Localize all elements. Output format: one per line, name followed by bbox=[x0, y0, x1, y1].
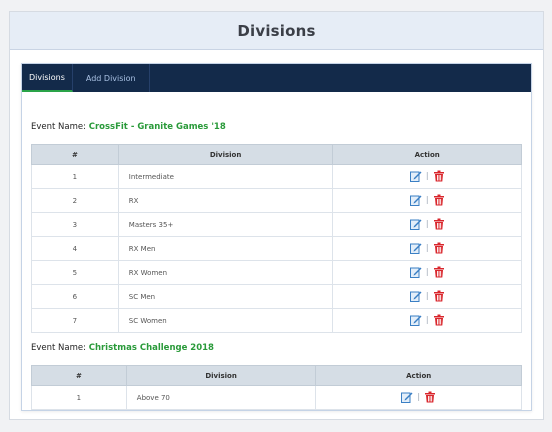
table-row: 3 Masters 35+ | bbox=[31, 212, 522, 237]
tab-bar: Divisions Add Division bbox=[22, 64, 531, 92]
division-name: SC Women bbox=[117, 308, 334, 333]
row-actions: | bbox=[332, 164, 522, 189]
edit-icon[interactable] bbox=[401, 391, 413, 403]
col-header-division: Division bbox=[117, 144, 334, 165]
edit-icon[interactable] bbox=[409, 266, 422, 278]
row-actions: | bbox=[332, 308, 522, 333]
row-number: 1 bbox=[31, 385, 127, 410]
col-header-num: # bbox=[31, 144, 119, 165]
trash-icon[interactable] bbox=[433, 218, 445, 230]
table-row: 7 SC Women | bbox=[31, 308, 522, 333]
page-header: Divisions bbox=[10, 12, 543, 50]
edit-icon[interactable] bbox=[409, 290, 422, 302]
action-separator: | bbox=[425, 243, 429, 252]
table-row: 1 Intermediate | bbox=[31, 164, 522, 189]
event-name-2: Event Name: Christmas Challenge 2018 bbox=[31, 343, 214, 353]
action-separator: | bbox=[425, 219, 429, 228]
table-header-row: # Division Action bbox=[31, 365, 522, 386]
edit-icon[interactable] bbox=[409, 218, 422, 230]
row-number: 4 bbox=[31, 236, 119, 261]
action-separator: | bbox=[417, 392, 421, 401]
action-separator: | bbox=[425, 171, 429, 180]
row-actions: | bbox=[332, 260, 522, 285]
col-header-action: Action bbox=[332, 144, 522, 165]
division-name: Intermediate bbox=[117, 164, 334, 189]
event-label: Event Name: bbox=[31, 122, 86, 132]
action-separator: | bbox=[425, 291, 429, 300]
division-name: SC Men bbox=[117, 284, 334, 309]
trash-icon[interactable] bbox=[433, 290, 445, 302]
action-separator: | bbox=[425, 315, 429, 324]
division-name: RX Men bbox=[117, 236, 334, 261]
trash-icon[interactable] bbox=[433, 242, 445, 254]
trash-icon[interactable] bbox=[433, 266, 445, 278]
page-container: Divisions Divisions Add Division Event N… bbox=[9, 11, 544, 420]
col-header-num: # bbox=[31, 365, 127, 386]
trash-icon[interactable] bbox=[433, 170, 445, 182]
edit-icon[interactable] bbox=[409, 314, 422, 326]
table-body: 1 Above 70 | bbox=[31, 385, 522, 410]
row-number: 7 bbox=[31, 308, 119, 333]
row-actions: | bbox=[332, 188, 522, 213]
row-actions: | bbox=[315, 385, 522, 410]
row-number: 2 bbox=[31, 188, 119, 213]
trash-icon[interactable] bbox=[433, 314, 445, 326]
division-name: Above 70 bbox=[125, 385, 317, 410]
action-separator: | bbox=[425, 195, 429, 204]
trash-icon[interactable] bbox=[433, 194, 445, 206]
table-body: 1 Intermediate | 2 RX | 3 Masters 35+ | 4 RX Men | 5… bbox=[31, 164, 522, 333]
divisions-table-1: # Division Action 1 Intermediate | 2 RX | 3 Mas… bbox=[31, 144, 522, 333]
event-label: Event Name: bbox=[31, 343, 86, 353]
row-number: 3 bbox=[31, 212, 119, 237]
table-header-row: # Division Action bbox=[31, 144, 522, 165]
col-header-action: Action bbox=[315, 365, 522, 386]
table-row: 1 Above 70 | bbox=[31, 385, 522, 410]
table-row: 6 SC Men | bbox=[31, 284, 522, 309]
row-number: 1 bbox=[31, 164, 119, 189]
edit-icon[interactable] bbox=[409, 194, 422, 206]
edit-icon[interactable] bbox=[409, 170, 422, 182]
trash-icon[interactable] bbox=[424, 391, 436, 403]
row-number: 5 bbox=[31, 260, 119, 285]
col-header-division: Division bbox=[125, 365, 317, 386]
table-row: 4 RX Men | bbox=[31, 236, 522, 261]
event-name-value: Christmas Challenge 2018 bbox=[88, 343, 214, 353]
table-row: 2 RX | bbox=[31, 188, 522, 213]
tab-add-division[interactable]: Add Division bbox=[73, 64, 150, 92]
action-separator: | bbox=[425, 267, 429, 276]
division-name: RX bbox=[117, 188, 334, 213]
divisions-panel: Divisions Add Division Event Name: Cross… bbox=[21, 63, 532, 411]
edit-icon[interactable] bbox=[409, 242, 422, 254]
divisions-table-2: # Division Action 1 Above 70 | bbox=[31, 365, 522, 410]
row-actions: | bbox=[332, 284, 522, 309]
event-name-1: Event Name: CrossFit - Granite Games '18 bbox=[31, 122, 226, 132]
page-title: Divisions bbox=[237, 21, 316, 40]
division-name: Masters 35+ bbox=[117, 212, 334, 237]
division-name: RX Women bbox=[117, 260, 334, 285]
row-actions: | bbox=[332, 212, 522, 237]
event-name-value: CrossFit - Granite Games '18 bbox=[88, 122, 226, 132]
table-row: 5 RX Women | bbox=[31, 260, 522, 285]
tab-divisions[interactable]: Divisions bbox=[22, 64, 73, 92]
row-actions: | bbox=[332, 236, 522, 261]
row-number: 6 bbox=[31, 284, 119, 309]
